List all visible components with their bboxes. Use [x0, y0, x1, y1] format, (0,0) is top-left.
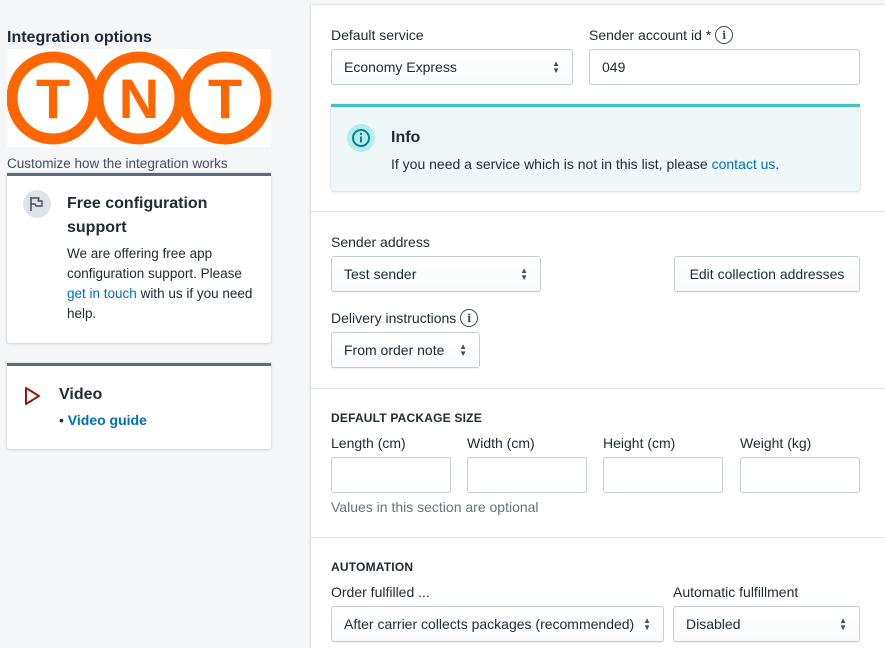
- section-divider: [311, 537, 885, 538]
- play-icon: [23, 386, 41, 409]
- automatic-fulfillment-label: Automatic fulfillment: [673, 584, 799, 600]
- length-label: Length (cm): [331, 435, 406, 451]
- section-description: Customize how the integration works: [7, 156, 228, 171]
- section-divider: [311, 211, 885, 212]
- height-input[interactable]: [603, 457, 723, 493]
- svg-text:N: N: [119, 67, 159, 130]
- info-banner-text: If you need a service which is not in th…: [391, 156, 780, 172]
- video-card-title: Video: [59, 386, 103, 403]
- support-card: Free configuration support We are offeri…: [7, 173, 271, 343]
- package-size-help: Values in this section are optional: [331, 499, 539, 515]
- weight-input[interactable]: [740, 457, 860, 493]
- info-banner-title: Info: [391, 129, 421, 146]
- video-card: Video • Video guide: [7, 363, 271, 449]
- sender-address-label: Sender address: [331, 234, 430, 250]
- automatic-fulfillment-select[interactable]: Disabled ▲ ▼: [673, 606, 860, 642]
- sender-address-select[interactable]: Test sender ▲ ▼: [331, 256, 541, 292]
- get-in-touch-link[interactable]: get in touch: [67, 286, 137, 301]
- automation-heading: AUTOMATION: [331, 560, 414, 574]
- tnt-logo: T N T: [6, 49, 272, 147]
- settings-form: Default service Economy Express ▲ ▼ Sende…: [311, 5, 885, 648]
- contact-us-link[interactable]: contact us: [712, 156, 776, 172]
- video-guide-link[interactable]: Video guide: [68, 412, 147, 428]
- chevron-up-down-icon: ▲ ▼: [459, 342, 467, 358]
- support-card-title: Free configuration support: [67, 195, 208, 236]
- info-banner: Info If you need a service which is not …: [331, 104, 860, 191]
- svg-text:T: T: [36, 67, 70, 130]
- default-service-select[interactable]: Economy Express ▲ ▼: [331, 49, 573, 85]
- info-icon[interactable]: i: [460, 309, 479, 327]
- width-input[interactable]: [467, 457, 587, 493]
- delivery-instructions-select[interactable]: From order note ▲ ▼: [331, 332, 480, 368]
- section-divider: [311, 388, 885, 389]
- chevron-up-down-icon: ▲ ▼: [520, 266, 528, 282]
- default-service-label: Default service: [331, 27, 424, 43]
- section-title: Integration options: [7, 29, 152, 46]
- chevron-up-down-icon: ▲ ▼: [552, 59, 560, 75]
- sender-account-label: Sender account id * i: [589, 24, 734, 46]
- video-guide-item: • Video guide: [59, 412, 147, 428]
- svg-text:T: T: [208, 67, 242, 130]
- chevron-up-down-icon: ▲ ▼: [643, 616, 651, 632]
- info-icon[interactable]: i: [715, 26, 734, 44]
- width-label: Width (cm): [467, 435, 535, 451]
- flag-icon: [23, 190, 51, 218]
- edit-collection-addresses-button[interactable]: Edit collection addresses: [674, 256, 860, 292]
- length-input[interactable]: [331, 457, 451, 493]
- info-icon: [347, 124, 375, 152]
- sender-account-input[interactable]: 049: [589, 49, 860, 85]
- delivery-instructions-label: Delivery instructions i: [331, 307, 479, 329]
- chevron-up-down-icon: ▲ ▼: [839, 616, 847, 632]
- order-fulfilled-label: Order fulfilled ...: [331, 584, 430, 600]
- height-label: Height (cm): [603, 435, 676, 451]
- order-fulfilled-select[interactable]: After carrier collects packages (recomme…: [331, 606, 664, 642]
- package-size-heading: DEFAULT PACKAGE SIZE: [331, 411, 482, 425]
- support-card-body: We are offering free app configuration s…: [67, 246, 253, 321]
- weight-label: Weight (kg): [740, 435, 812, 451]
